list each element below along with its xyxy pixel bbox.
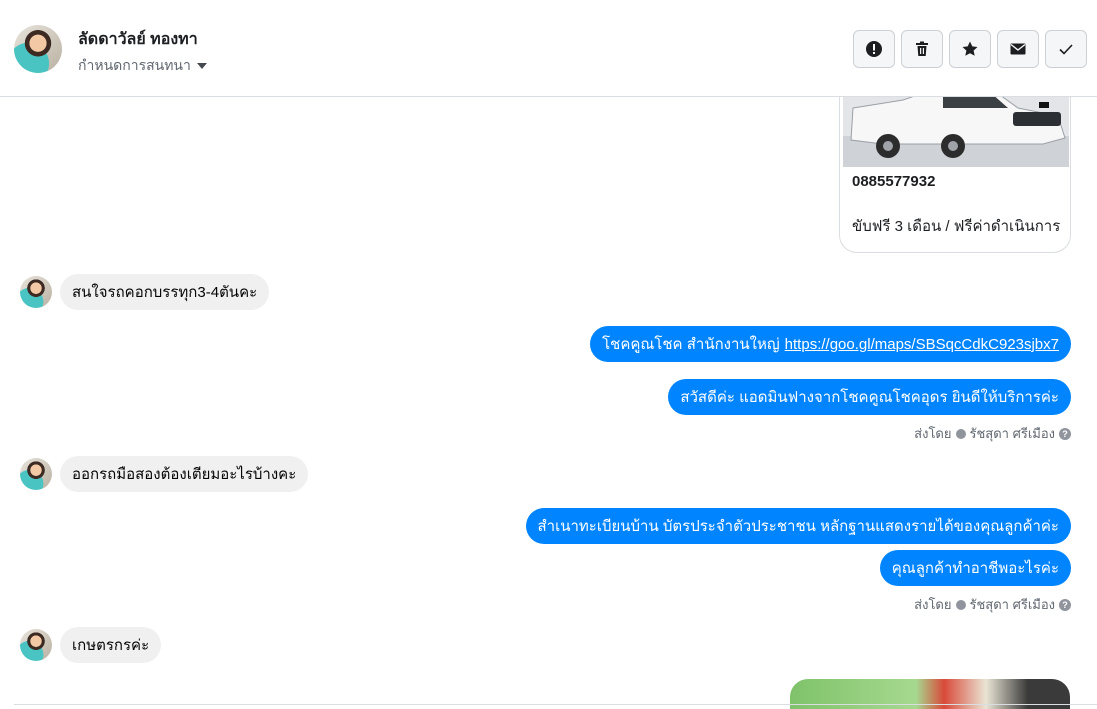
incoming-message-bubble[interactable]: สนใจรถคอกบรรทุก3-4ตันคะ xyxy=(60,274,270,310)
check-icon xyxy=(1059,44,1073,55)
incoming-message-bubble[interactable]: เกษตรกรค่ะ xyxy=(60,627,162,663)
conversation-actions xyxy=(853,30,1087,68)
trash-icon xyxy=(916,41,928,56)
contact-name[interactable]: ลัดดาวัลย์ ทองทา xyxy=(78,27,198,52)
composer-divider xyxy=(14,704,1097,705)
mark-unread-button[interactable] xyxy=(997,30,1039,68)
delete-button[interactable] xyxy=(901,30,943,68)
message-thread[interactable]: 0885577932 ขับฟรี 3 เดือน / ฟรีค่าดำเนิน… xyxy=(0,97,1097,709)
incoming-message-row: เกษตรกรค่ะ xyxy=(20,627,162,663)
pickup-truck-image xyxy=(843,97,1069,167)
outgoing-message-bubble[interactable]: โชคคูณโชค สำนักงานใหญ่ https://goo.gl/ma… xyxy=(590,326,1071,362)
spam-button[interactable] xyxy=(853,30,895,68)
card-phone-number: 0885577932 xyxy=(852,173,936,190)
star-icon xyxy=(962,41,978,56)
sent-by-name: รัชสุดา ศรีเมือง xyxy=(969,426,1056,441)
card-description: ขับฟรี 3 เดือน / ฟรีค่าดำเนินการ xyxy=(852,218,1061,235)
sent-by-prefix: ส่งโดย xyxy=(914,597,952,612)
envelope-icon xyxy=(1010,43,1026,55)
star-button[interactable] xyxy=(949,30,991,68)
incoming-message-row: ออกรถมือสองต้องเตียมอะไรบ้างคะ xyxy=(20,456,309,492)
sent-by-name: รัชสุดา ศรีเมือง xyxy=(969,597,1056,612)
outgoing-message-bubble[interactable]: คุณลูกค้าทำอาชีพอะไรค่ะ xyxy=(879,550,1071,586)
assign-label: กำหนดการสนทนา xyxy=(78,57,191,73)
sent-by-label: ส่งโดย รัชสุดา ศรีเมือง ? xyxy=(914,594,1071,615)
mark-done-button[interactable] xyxy=(1045,30,1087,68)
assign-conversation-dropdown[interactable]: กำหนดการสนทนา xyxy=(78,55,207,77)
message-text: โชคคูณโชค สำนักงานใหญ่ xyxy=(602,336,780,353)
map-link[interactable]: https://goo.gl/maps/SBSqcCdkC923sjbx7 xyxy=(785,336,1059,353)
sender-avatar[interactable] xyxy=(20,629,52,661)
ad-card-message[interactable]: 0885577932 ขับฟรี 3 เดือน / ฟรีค่าดำเนิน… xyxy=(839,97,1071,253)
caret-down-icon xyxy=(196,63,207,69)
sender-avatar[interactable] xyxy=(20,276,52,308)
help-icon[interactable]: ? xyxy=(1059,427,1071,440)
outgoing-message-bubble[interactable]: สวัสดีค่ะ แอดมินฟางจากโชคคูณโชคอุดร ยินด… xyxy=(668,379,1071,415)
admin-badge-icon xyxy=(955,428,966,439)
sent-by-label: ส่งโดย รัชสุดา ศรีเมือง ? xyxy=(914,423,1071,444)
contact-avatar[interactable] xyxy=(14,25,62,73)
admin-badge-icon xyxy=(955,599,966,610)
help-icon[interactable]: ? xyxy=(1059,598,1071,611)
incoming-message-row: สนใจรถคอกบรรทุก3-4ตันคะ xyxy=(20,274,270,310)
sent-by-prefix: ส่งโดย xyxy=(914,426,952,441)
sender-avatar[interactable] xyxy=(20,458,52,490)
incoming-message-bubble[interactable]: ออกรถมือสองต้องเตียมอะไรบ้างคะ xyxy=(60,456,309,492)
alert-icon xyxy=(866,41,882,57)
outgoing-message-bubble[interactable]: สำเนาทะเบียนบ้าน บัตรประจำตัวประชาชน หลั… xyxy=(525,508,1071,544)
conversation-header: ลัดดาวัลย์ ทองทา กำหนดการสนทนา xyxy=(0,0,1097,97)
